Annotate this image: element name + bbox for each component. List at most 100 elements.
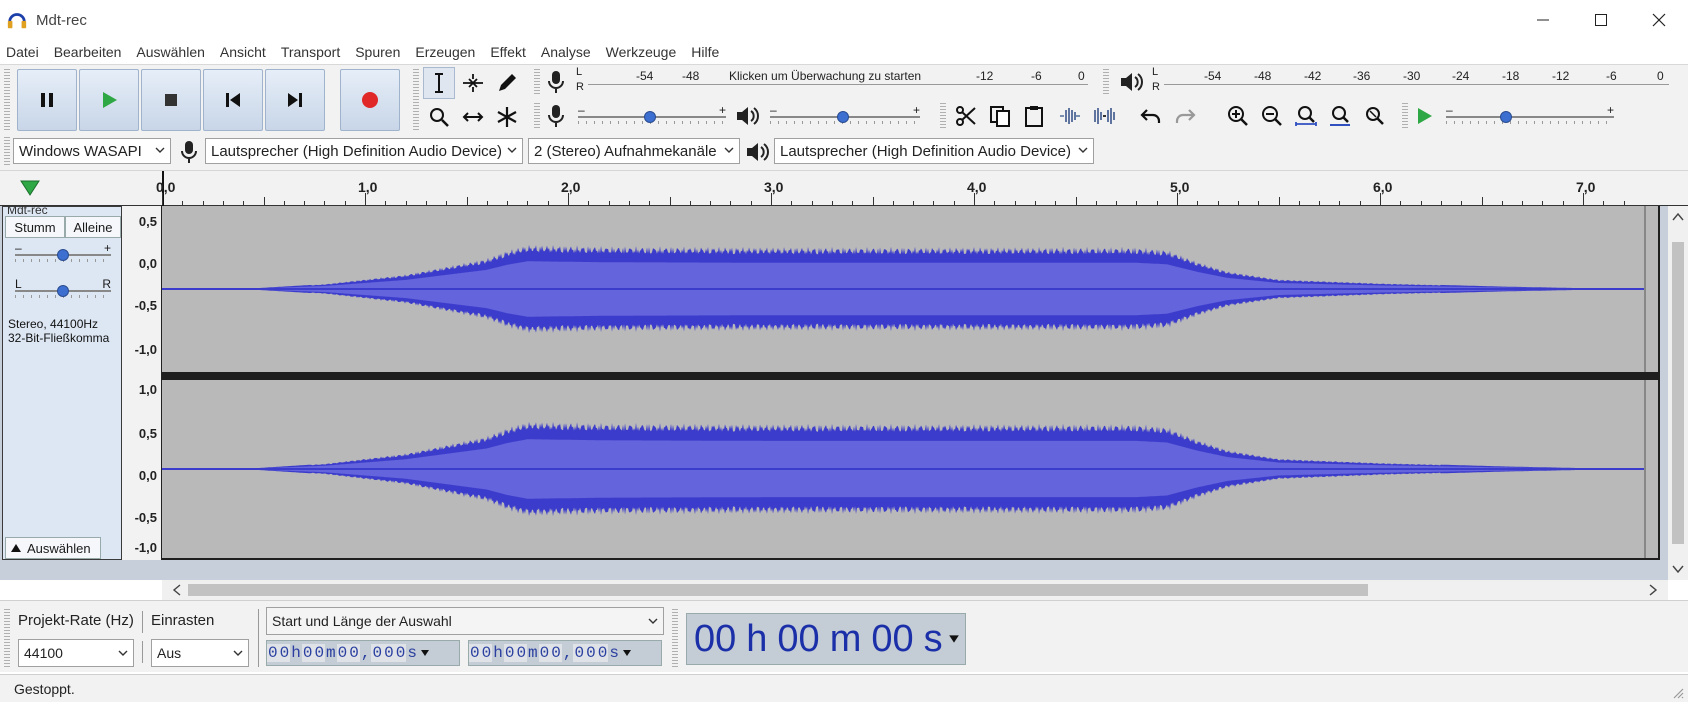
fit-project-button[interactable] <box>1324 100 1356 132</box>
zoom-tool-button[interactable] <box>423 101 455 133</box>
solo-button[interactable]: Alleine <box>65 216 121 238</box>
draw-tool-button[interactable] <box>491 67 523 99</box>
pause-button[interactable] <box>17 69 77 131</box>
mute-button[interactable]: Stumm <box>5 216 65 238</box>
scroll-left-icon[interactable] <box>172 584 182 596</box>
audio-position-display[interactable]: 00 h 00 m 00 s <box>686 613 966 665</box>
pan-slider[interactable]: L R <box>15 277 111 299</box>
zoom-out-button[interactable] <box>1256 100 1288 132</box>
edit-toolbar-grip[interactable] <box>940 103 946 129</box>
amplitude-ruler[interactable]: 0,5 0,0 -0,5 -1,0 1,0 0,5 0,0 -0,5 -1,0 <box>122 206 162 560</box>
record-meter[interactable]: L R -54 -48 Klicken um Überwachung zu st… <box>576 66 1090 93</box>
selection-tool-button[interactable] <box>423 67 455 99</box>
cut-button[interactable] <box>950 100 982 132</box>
record-button[interactable] <box>340 69 400 131</box>
playback-meter[interactable]: L R -54 -48 -42 -36 -30 -24 -18 -12 -6 0 <box>1152 66 1672 93</box>
timeline-ruler[interactable]: 0,0 1,0 2,0 3,0 4,0 5,0 6,0 7,0 <box>0 170 1688 207</box>
snap-select[interactable]: Aus <box>151 639 249 667</box>
play-button[interactable] <box>79 69 139 131</box>
zoom-toggle-button[interactable] <box>1358 100 1390 132</box>
trim-audio-button[interactable] <box>1054 100 1086 132</box>
playback-volume-slider[interactable]: – + <box>770 103 920 125</box>
left-channel-waveform[interactable] <box>162 206 1658 372</box>
maximize-button[interactable] <box>1572 0 1630 40</box>
menu-effekt[interactable]: Effekt <box>484 44 535 60</box>
slider-thumb[interactable] <box>837 111 849 123</box>
recording-device-select[interactable]: Lautsprecher (High Definition Audio Devi… <box>205 138 523 164</box>
time-format-arrow-icon[interactable] <box>420 648 430 658</box>
gain-slider[interactable]: – + <box>15 241 111 263</box>
track-select-button[interactable]: Auswählen <box>5 537 101 559</box>
play-meter-grip[interactable] <box>1103 69 1109 95</box>
time-format-arrow-icon[interactable] <box>948 633 960 645</box>
play-at-speed-button[interactable] <box>1408 100 1440 132</box>
paste-button[interactable] <box>1018 100 1050 132</box>
skip-to-end-button[interactable] <box>265 69 325 131</box>
right-channel-waveform[interactable] <box>162 380 1658 558</box>
slider-thumb[interactable] <box>57 249 69 261</box>
resize-grip-icon[interactable] <box>1670 685 1684 699</box>
time-format-arrow-icon[interactable] <box>622 648 632 658</box>
microphone-icon[interactable] <box>545 69 567 95</box>
project-rate-select[interactable]: 44100 <box>18 639 134 667</box>
menu-werkzeuge[interactable]: Werkzeuge <box>600 44 686 60</box>
menu-hilfe[interactable]: Hilfe <box>685 44 728 60</box>
tools-toolbar-grip[interactable] <box>413 69 419 131</box>
speaker-icon[interactable] <box>1118 69 1144 95</box>
horizontal-scroll-thumb[interactable] <box>188 584 1368 596</box>
stop-button[interactable] <box>141 69 201 131</box>
time-toolbar-grip[interactable] <box>672 609 678 667</box>
scroll-up-icon[interactable] <box>1672 212 1684 222</box>
track-name[interactable]: Mdt-rec <box>7 203 48 217</box>
play-speed-slider[interactable]: – + <box>1446 103 1614 125</box>
slider-thumb[interactable] <box>644 111 656 123</box>
slider-thumb[interactable] <box>57 285 69 297</box>
copy-button[interactable] <box>984 100 1016 132</box>
skip-to-start-button[interactable] <box>203 69 263 131</box>
menu-spuren[interactable]: Spuren <box>349 44 409 60</box>
recording-channels-select[interactable]: 2 (Stereo) Aufnahmekanäle <box>528 138 740 164</box>
device-toolbar-grip[interactable] <box>4 137 10 165</box>
scroll-right-icon[interactable] <box>1648 584 1658 596</box>
menu-ansicht[interactable]: Ansicht <box>214 44 275 60</box>
amp-label: 0,0 <box>138 256 157 271</box>
silence-audio-button[interactable] <box>1088 100 1120 132</box>
recording-volume-slider[interactable]: – + <box>578 103 726 125</box>
menu-erzeugen[interactable]: Erzeugen <box>409 44 484 60</box>
close-button[interactable] <box>1630 0 1688 40</box>
selection-start-time[interactable]: 00h00m00,000s <box>266 640 460 666</box>
amp-label: 0,0 <box>138 468 157 483</box>
scroll-down-icon[interactable] <box>1672 564 1684 574</box>
menu-analyse[interactable]: Analyse <box>535 44 600 60</box>
horizontal-scrollbar[interactable] <box>162 580 1668 600</box>
time-shift-tool-button[interactable] <box>457 101 489 133</box>
vertical-scrollbar[interactable] <box>1668 206 1688 580</box>
vertical-scroll-thumb[interactable] <box>1672 242 1684 544</box>
track-area-empty[interactable] <box>0 560 1668 580</box>
track-control-panel[interactable]: Mdt-rec Stumm Alleine – + L R Stereo, 44… <box>2 203 122 560</box>
waveform-area[interactable] <box>162 206 1660 560</box>
redo-button[interactable] <box>1169 100 1201 132</box>
menu-datei[interactable]: Datei <box>0 44 48 60</box>
envelope-tool-button[interactable] <box>457 67 489 99</box>
playback-device-select[interactable]: Lautsprecher (High Definition Audio Devi… <box>774 138 1094 164</box>
minimize-button[interactable] <box>1514 0 1572 40</box>
audio-host-select[interactable]: Windows WASAPI <box>13 138 171 164</box>
play-head-triangle-icon[interactable] <box>19 177 41 199</box>
selection-length-time[interactable]: 00h00m00,000s <box>468 640 662 666</box>
selection-mode-select[interactable]: Start und Länge der Auswahl <box>266 607 664 635</box>
menu-bearbeiten[interactable]: Bearbeiten <box>48 44 131 60</box>
slider-thumb[interactable] <box>1500 111 1512 123</box>
selection-toolbar-grip[interactable] <box>4 609 10 667</box>
menu-transport[interactable]: Transport <box>275 44 349 60</box>
record-meter-grip[interactable] <box>534 69 540 95</box>
zoom-in-button[interactable] <box>1222 100 1254 132</box>
menu-auswaehlen[interactable]: Auswählen <box>130 44 214 60</box>
multi-tool-button[interactable] <box>491 101 523 133</box>
mixer-toolbar-grip[interactable] <box>534 103 540 129</box>
meter-channel-right: R <box>1152 81 1160 93</box>
undo-button[interactable] <box>1135 100 1167 132</box>
transport-toolbar-grip[interactable] <box>4 69 10 131</box>
monitor-hint[interactable]: Klicken um Überwachung zu starten <box>729 69 921 83</box>
fit-selection-button[interactable] <box>1290 100 1322 132</box>
